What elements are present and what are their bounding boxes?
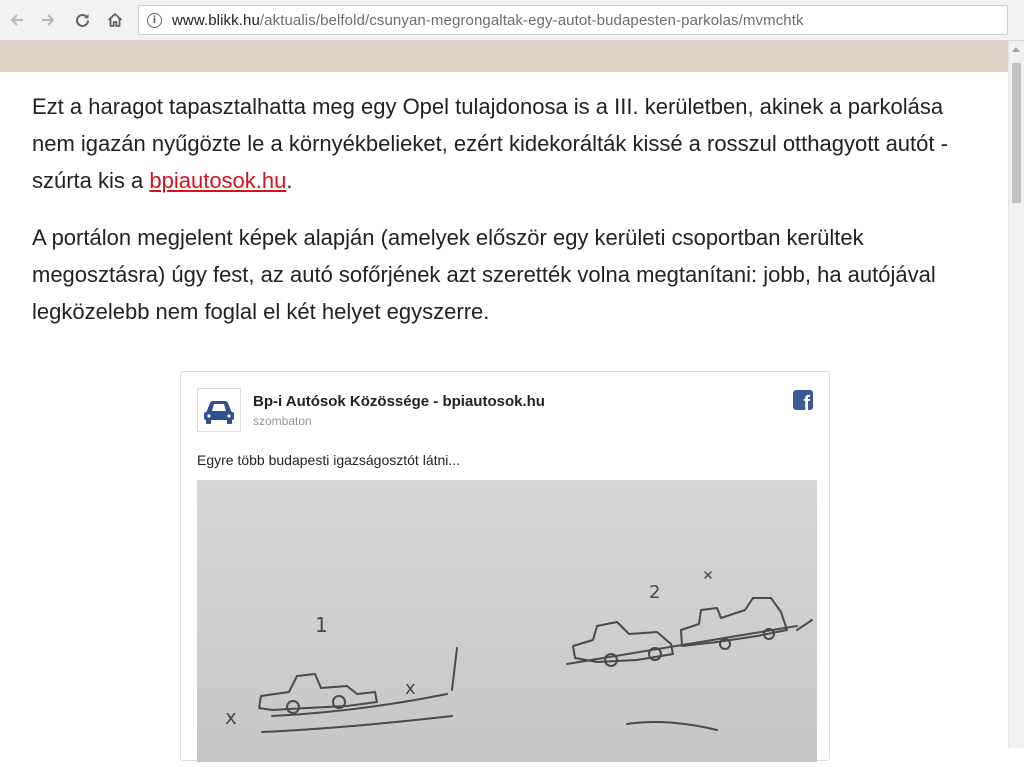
post-time[interactable]: szombaton — [253, 414, 312, 428]
article-paragraph-2: A portálon megjelent képek alapján (amel… — [32, 225, 936, 324]
home-icon — [107, 13, 123, 27]
sketch-number-1: 1 — [315, 613, 328, 637]
sketch-mark-left: x — [225, 705, 237, 729]
scroll-up-arrow-icon[interactable] — [1012, 47, 1020, 52]
url-host: www.blikk.hu — [172, 11, 260, 29]
address-bar[interactable]: i www.blikk.hu/aktualis/belfold/csunyan-… — [138, 5, 1008, 35]
url-path: /aktualis/belfold/csunyan-megrongaltak-e… — [259, 11, 804, 29]
sketch-drawing: 1 2 x x — [225, 571, 813, 733]
home-button[interactable] — [104, 9, 126, 31]
bpiautosok-link[interactable]: bpiautosok.hu — [149, 168, 286, 193]
reload-button[interactable] — [71, 9, 93, 31]
url-text[interactable]: www.blikk.hu/aktualis/belfold/csunyan-me… — [172, 12, 804, 29]
reload-icon — [75, 13, 89, 27]
browser-toolbar: i www.blikk.hu/aktualis/belfold/csunyan-… — [0, 0, 1024, 41]
post-photo[interactable]: 1 2 x x — [197, 480, 817, 762]
back-button[interactable] — [6, 9, 28, 31]
info-icon[interactable]: i — [147, 12, 162, 28]
car-icon — [204, 401, 234, 424]
sketch-mark-right: x — [405, 678, 416, 699]
facebook-icon[interactable]: f — [793, 390, 813, 410]
forward-button[interactable] — [37, 9, 59, 31]
facebook-embed-card: Bp-i Autósok Közössége - bpiautosok.hu s… — [180, 371, 830, 762]
page-scrollbar[interactable] — [1008, 41, 1024, 748]
article-paragraph-1: Ezt a haragot tapasztalhatta meg egy Ope… — [32, 88, 992, 199]
sketch-number-2: 2 — [649, 582, 660, 603]
scroll-thumb[interactable] — [1012, 63, 1021, 203]
article-body: Ezt a haragot tapasztalhatta meg egy Ope… — [32, 88, 992, 350]
arrow-left-icon — [10, 14, 23, 26]
post-text: Egyre több budapesti igazságosztót látni… — [197, 452, 461, 468]
page-name-link[interactable]: Bp-i Autósok Közössége - bpiautosok.hu — [253, 393, 545, 410]
arrow-right-icon — [42, 14, 55, 26]
paragraph-1-end: . — [286, 168, 293, 193]
page-avatar[interactable] — [197, 388, 241, 432]
top-banner-strip — [0, 41, 1008, 72]
